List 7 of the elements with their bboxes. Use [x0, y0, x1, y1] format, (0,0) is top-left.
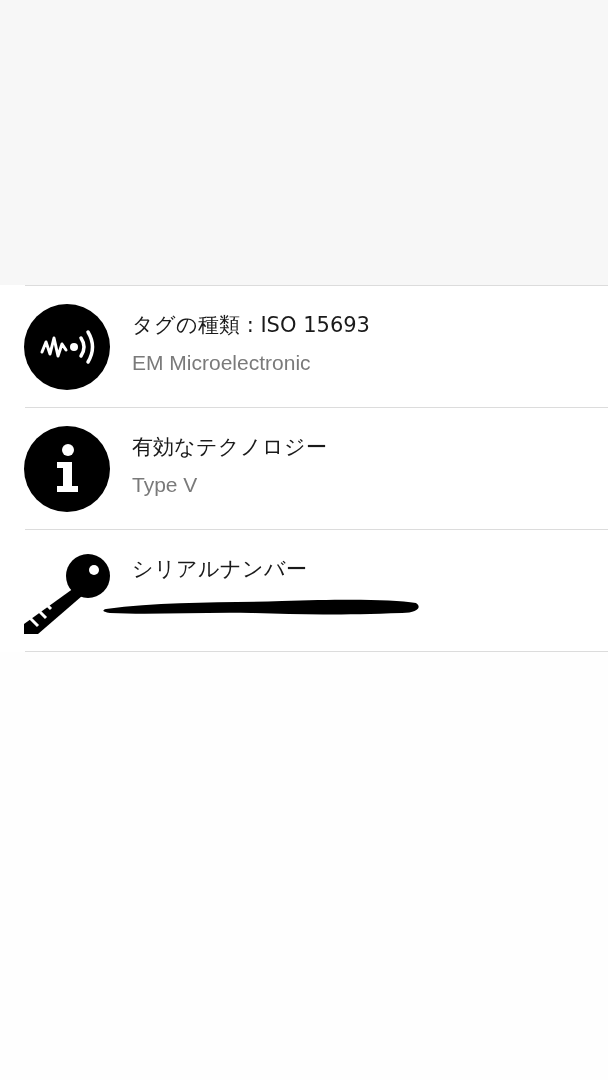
row-title: 有効なテクノロジー [132, 433, 327, 461]
nfc-icon [24, 303, 110, 390]
row-subtitle: Type V [132, 472, 198, 497]
row-title: シリアルナンバー [132, 555, 307, 583]
row-subtitle: EM Microelectronic [132, 350, 311, 375]
row-title: タグの種類 : ISO 15693 [132, 311, 370, 339]
info-icon [24, 425, 110, 512]
